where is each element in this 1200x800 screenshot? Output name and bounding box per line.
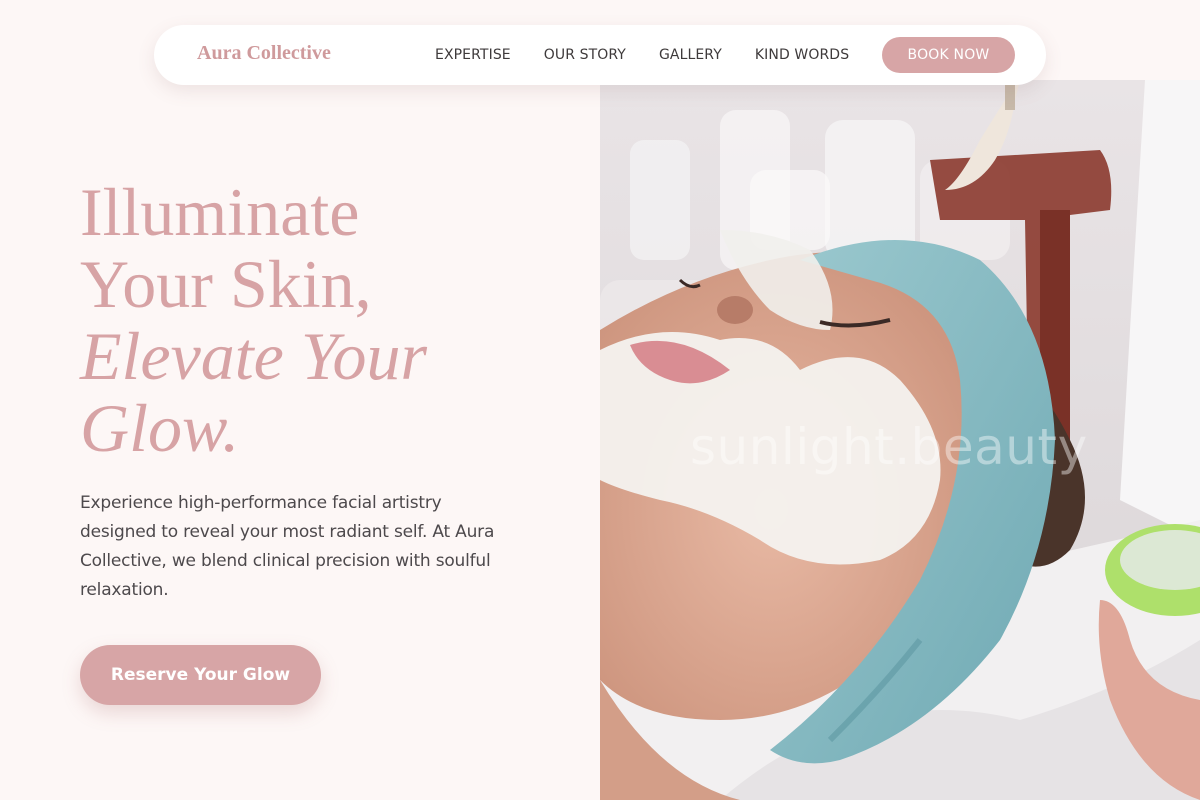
headline-line: Your Skin,	[80, 246, 372, 322]
nav-links: EXPERTISE OUR STORY GALLERY KIND WORDS	[435, 25, 882, 85]
hero-photo: sunlight.beauty	[600, 80, 1200, 800]
nav-link-our-story[interactable]: OUR STORY	[544, 47, 626, 63]
headline-italic-line: Glow.	[80, 390, 240, 466]
hero-description: Experience high-performance facial artis…	[80, 493, 495, 600]
book-now-button[interactable]: BOOK NOW	[882, 37, 1015, 73]
watermark-text: sunlight.beauty	[690, 418, 1088, 476]
headline-line: Illuminate	[80, 174, 360, 250]
nav-link-kind-words[interactable]: KIND WORDS	[755, 47, 849, 63]
nav-link-expertise[interactable]: EXPERTISE	[435, 47, 511, 63]
main-navbar: Aura Collective EXPERTISE OUR STORY GALL…	[154, 25, 1046, 85]
hero-headline: Illuminate Your Skin, Elevate Your Glow.	[80, 176, 580, 464]
nav-link-gallery[interactable]: GALLERY	[659, 47, 722, 63]
reserve-your-glow-button[interactable]: Reserve Your Glow	[80, 645, 321, 705]
brand-logo[interactable]: Aura Collective	[197, 42, 331, 65]
headline-italic-line: Elevate Your	[80, 318, 427, 394]
